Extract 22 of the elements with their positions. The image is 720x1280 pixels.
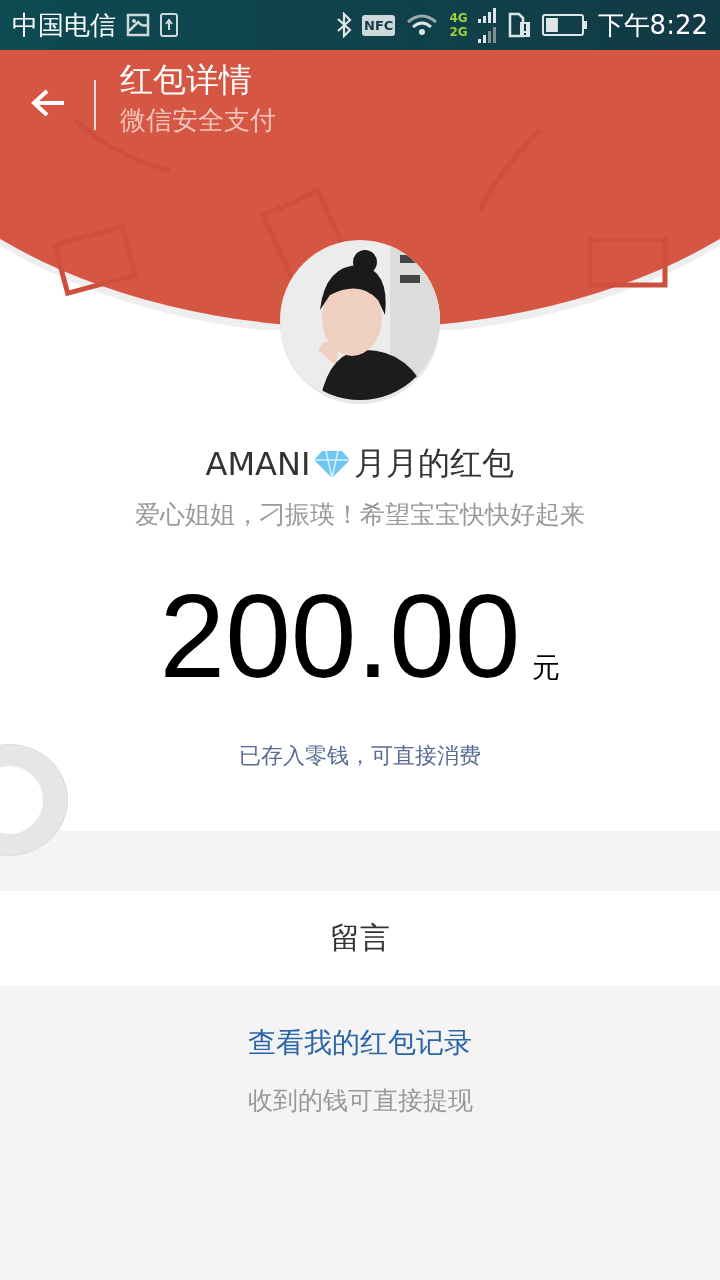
page-title: 红包详情 [120,59,253,101]
records-link[interactable]: 查看我的红包记录 [248,1024,472,1062]
page-subtitle: 微信安全支付 [120,104,276,137]
diamond-icon [312,448,353,480]
amount-unit: 元 [532,650,561,686]
bluetooth-icon [336,12,353,38]
clock-time: 下午8:22 [597,8,708,42]
sim-alert-icon [507,12,532,38]
message-button[interactable]: 留言 [0,891,720,986]
battery-icon [541,13,588,37]
withdraw-hint: 收到的钱可直接提现 [247,1085,473,1117]
network-type: 4G 2G [449,11,468,39]
amount-value: 200.00 [159,571,521,701]
packet-title: 月月的红包 [354,443,515,484]
signal-icon [477,7,498,43]
nfc-icon: NFC [362,14,396,36]
deposit-note: 已存入零钱，可直接消费 [239,742,481,770]
carrier-name: 中国电信 [12,8,116,42]
wish-message: 爱心姐姐，刁振瑛！希望宝宝快快好起来 [135,499,585,531]
sender-name: AMANI [205,445,311,483]
image-icon [126,13,150,37]
upload-icon [160,13,178,37]
